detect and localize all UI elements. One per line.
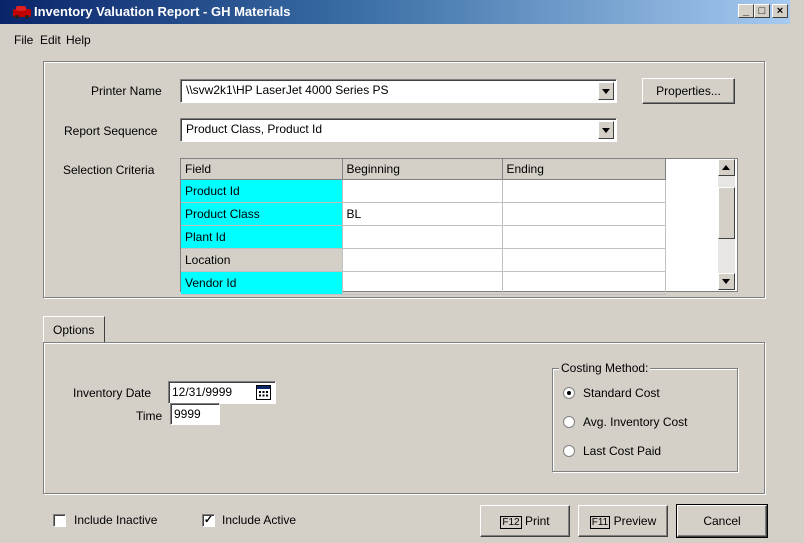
inventory-date-label: Inventory Date (73, 386, 152, 400)
beginning-cell[interactable] (342, 225, 503, 249)
field-cell: Location (181, 248, 343, 272)
inventory-date-value: 12/31/9999 (172, 385, 233, 399)
close-button[interactable]: × (772, 4, 788, 18)
menu-file[interactable]: File (14, 33, 33, 47)
time-value: 9999 (174, 407, 201, 421)
report-sequence-label: Report Sequence (64, 124, 158, 138)
beginning-cell[interactable] (342, 179, 503, 203)
beginning-cell[interactable]: BL (342, 202, 503, 226)
selection-criteria-label: Selection Criteria (63, 163, 155, 177)
include-inactive-checkbox[interactable] (53, 514, 66, 527)
grid-vertical-scrollbar[interactable] (718, 159, 735, 290)
menu-bar (0, 24, 804, 46)
avg-inventory-cost-radio[interactable] (563, 416, 575, 428)
dropdown-arrow-icon[interactable] (598, 82, 614, 100)
scroll-down-icon[interactable] (718, 273, 735, 290)
ending-cell[interactable] (502, 179, 666, 203)
printer-name-value: \\svw2k1\HP LaserJet 4000 Series PS (186, 83, 389, 97)
selection-criteria-grid[interactable]: Field Beginning Ending Product Id Produc… (180, 158, 738, 295)
checkmark-icon: ✓ (203, 514, 214, 526)
table-row[interactable]: Plant Id (181, 225, 666, 249)
field-cell: Product Class (181, 202, 343, 226)
calendar-icon[interactable] (256, 385, 271, 400)
table-row[interactable]: Location (181, 248, 666, 272)
preview-button[interactable]: F11 Preview (578, 505, 668, 537)
last-cost-paid-label[interactable]: Last Cost Paid (583, 444, 661, 458)
printer-name-label: Printer Name (91, 84, 162, 98)
include-active-checkbox[interactable]: ✓ (202, 514, 215, 527)
time-input[interactable]: 9999 (170, 403, 220, 425)
time-label: Time (136, 409, 163, 423)
dropdown-arrow-icon[interactable] (598, 121, 614, 139)
tab-options-label: Options (53, 323, 95, 337)
f12-key-badge: F12 (500, 516, 522, 529)
print-button[interactable]: F12 Print (480, 505, 570, 537)
field-cell: Vendor Id (181, 271, 343, 295)
properties-button[interactable]: Properties... (642, 78, 735, 104)
column-header-field[interactable]: Field (181, 159, 343, 180)
printer-name-dropdown[interactable]: \\svw2k1\HP LaserJet 4000 Series PS (180, 79, 617, 103)
report-sequence-value: Product Class, Product Id (186, 122, 323, 136)
menu-edit[interactable]: Edit (40, 33, 61, 47)
include-active-label[interactable]: Include Active (222, 513, 296, 527)
app-icon (13, 6, 31, 19)
f11-key-badge: F11 (589, 516, 611, 529)
include-inactive-label[interactable]: Include Inactive (74, 513, 157, 527)
menu-help[interactable]: Help (66, 33, 91, 47)
column-header-ending[interactable]: Ending (502, 159, 666, 180)
window-title: Inventory Valuation Report - GH Material… (34, 4, 291, 19)
ending-cell[interactable] (502, 271, 666, 295)
ending-cell[interactable] (502, 202, 666, 226)
beginning-cell[interactable] (342, 271, 503, 295)
beginning-cell[interactable] (342, 248, 503, 272)
scrollbar-thumb[interactable] (718, 187, 735, 239)
print-button-label: Print (524, 514, 550, 528)
field-cell: Plant Id (181, 225, 343, 249)
maximize-button[interactable]: □ (754, 4, 770, 18)
column-header-beginning[interactable]: Beginning (342, 159, 503, 180)
costing-method-label: Costing Method: (559, 361, 651, 375)
report-sequence-dropdown[interactable]: Product Class, Product Id (180, 118, 617, 142)
scroll-up-icon[interactable] (718, 159, 735, 176)
preview-button-label: Preview (613, 514, 657, 528)
avg-inventory-cost-label[interactable]: Avg. Inventory Cost (583, 415, 688, 429)
ending-cell[interactable] (502, 225, 666, 249)
cancel-button[interactable]: Cancel (676, 504, 768, 538)
standard-cost-label[interactable]: Standard Cost (583, 386, 660, 400)
tab-options[interactable]: Options (43, 316, 105, 343)
table-row[interactable]: Product Id (181, 179, 666, 203)
standard-cost-radio[interactable] (563, 387, 575, 399)
minimize-button[interactable]: _ (738, 4, 754, 18)
last-cost-paid-radio[interactable] (563, 445, 575, 457)
ending-cell[interactable] (502, 248, 666, 272)
field-cell: Product Id (181, 179, 343, 203)
table-row[interactable]: Vendor Id (181, 271, 666, 295)
table-row[interactable]: Product Class BL (181, 202, 666, 226)
